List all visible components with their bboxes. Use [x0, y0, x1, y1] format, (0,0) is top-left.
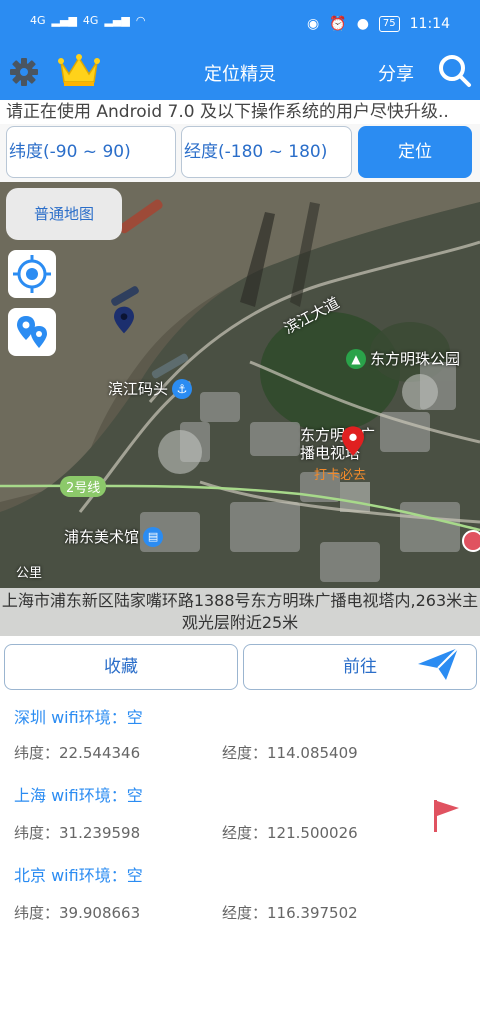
wifi-icon: ◠	[135, 14, 146, 27]
notice-banner: 请正在使用 Android 7.0 及以下操作系统的用户尽快升级..	[0, 100, 480, 124]
favorite-button[interactable]: 收藏	[4, 644, 238, 690]
longitude-value: 经度：116.397502	[222, 904, 358, 922]
park-label: 东方明珠公园	[370, 350, 461, 368]
red-location-marker[interactable]	[342, 426, 364, 456]
clock: 11:14	[409, 16, 450, 32]
saved-locations-list: 深圳 wifi环境：空 纬度：22.544346 经度：114.085409 上…	[0, 694, 480, 1021]
coordinate-input-bar: 纬度(-90 ~ 90) 经度(-180 ~ 180) 定位	[0, 124, 480, 182]
museum-poi[interactable]: 浦东美术馆 ▤	[64, 526, 164, 547]
network-indicator-b: 4G	[82, 14, 99, 27]
signal-icon: ▂▄▆	[51, 14, 77, 27]
latitude-value: 纬度：31.239598	[14, 824, 141, 842]
checkin-label: 打卡必去	[314, 468, 367, 483]
network-indicator-a: 4G	[30, 14, 46, 27]
park-icon: ▲	[346, 348, 366, 369]
share-button[interactable]: 分享	[378, 60, 414, 86]
route-pins-icon	[17, 316, 47, 348]
longitude-input[interactable]: 经度(-180 ~ 180)	[181, 126, 352, 178]
battery-icon: 75	[378, 16, 400, 32]
signal-icon-2: ▂▄▆	[104, 14, 130, 27]
locate-button[interactable]: 定位	[358, 126, 472, 178]
location-title: 深圳 wifi环境：空	[14, 708, 143, 727]
map-edge-marker-icon	[462, 530, 480, 552]
location-icon: ●	[356, 16, 369, 32]
alarm-icon: ⏰	[329, 16, 347, 32]
map-view[interactable]: 滨江大道 ▲ 东方明珠公园 滨江码头 ⚓ 东方明珠广播电视塔 打卡必去 2号线 …	[0, 182, 480, 636]
museum-icon: ▤	[143, 526, 164, 547]
latitude-input[interactable]: 纬度(-90 ~ 90)	[6, 126, 176, 178]
action-bar: 收藏 前往	[0, 636, 480, 694]
eye-icon: ◉	[307, 16, 320, 32]
address-overlay: 上海市浦东新区陆家嘴环路1388号东方明珠广播电视塔内,263米主观光层附近25…	[0, 588, 480, 636]
longitude-value: 经度：114.085409	[222, 744, 358, 762]
scale-label: 公里	[16, 566, 43, 581]
metro-line-badge: 2号线	[60, 476, 107, 497]
status-bar: 4G ▂▄▆ 4G ▂▄▆ ◠ ◉ ⏰ ● 75 11:14	[0, 0, 480, 46]
route-button[interactable]	[8, 308, 56, 356]
pier-label: 滨江码头	[108, 380, 169, 398]
location-title: 北京 wifi环境：空	[14, 866, 143, 885]
museum-label: 浦东美术馆	[64, 528, 140, 546]
send-icon[interactable]	[416, 646, 460, 682]
longitude-value: 经度：121.500026	[222, 824, 358, 842]
flag-icon[interactable]	[430, 798, 462, 834]
search-icon[interactable]	[438, 54, 472, 88]
top-bar: 4G ▂▄▆ 4G ▂▄▆ ◠ ◉ ⏰ ● 75 11:14 定位精灵 分享	[0, 0, 480, 100]
crosshair-icon	[13, 255, 51, 293]
status-right: ◉ ⏰ ● 75 11:14	[307, 16, 450, 32]
app-bar: 定位精灵 分享	[0, 46, 480, 100]
anchor-icon: ⚓	[172, 378, 193, 399]
latitude-value: 纬度：39.908663	[14, 904, 141, 922]
location-title: 上海 wifi环境：空	[14, 786, 143, 805]
satellite-map[interactable]	[0, 182, 480, 636]
my-location-button[interactable]	[8, 250, 56, 298]
latitude-value: 纬度：22.544346	[14, 744, 141, 762]
pier-poi[interactable]: 滨江码头 ⚓	[108, 378, 193, 399]
map-type-button[interactable]: 普通地图	[6, 188, 122, 240]
navy-location-marker[interactable]	[114, 306, 134, 334]
status-left: 4G ▂▄▆ 4G ▂▄▆ ◠	[30, 14, 145, 27]
park-poi[interactable]: ▲ 东方明珠公园	[346, 348, 460, 369]
